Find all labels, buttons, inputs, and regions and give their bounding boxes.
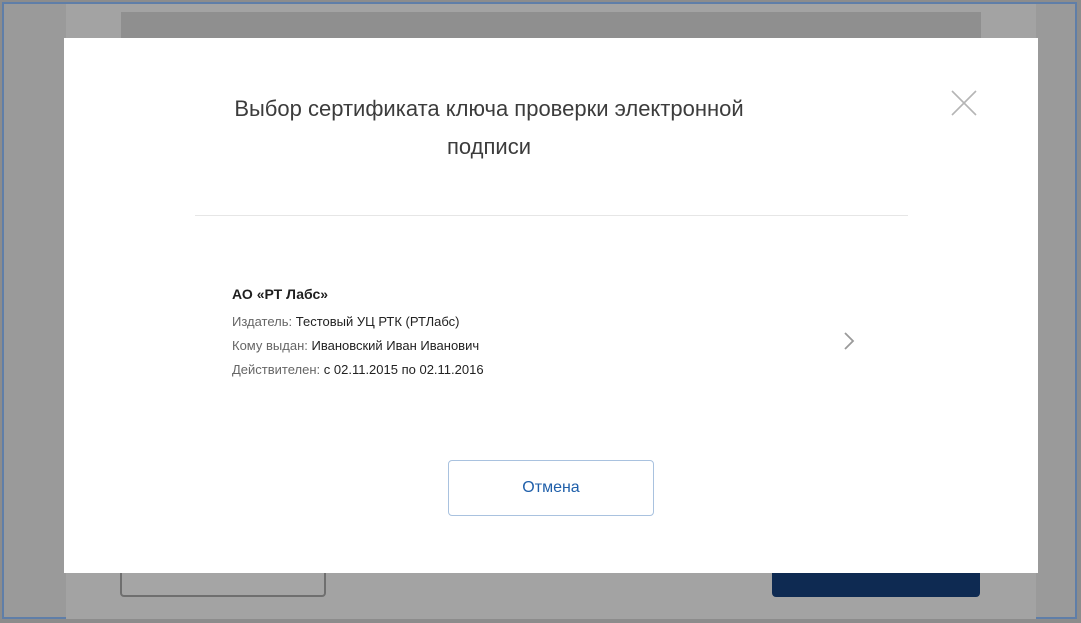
dialog-title: Выбор сертификата ключа проверки электро… — [234, 96, 744, 159]
certificate-issuer: Издатель: Тестовый УЦ РТК (РТЛабс) — [232, 314, 460, 329]
issuer-label: Издатель: — [232, 314, 293, 329]
validity-value: с 02.11.2015 по 02.11.2016 — [323, 362, 484, 377]
certificate-validity: Действителен: с 02.11.2015 по 02.11.2016 — [232, 362, 484, 377]
certificate-owner: Кому выдан: Ивановский Иван Иванович — [232, 338, 479, 353]
validity-label: Действителен: — [232, 362, 321, 377]
certificate-select-dialog: Выбор сертификата ключа проверки электро… — [64, 38, 1038, 573]
issuer-value: Тестовый УЦ РТК (РТЛабс) — [295, 314, 460, 329]
certificate-name: АО «РТ Лабс» — [232, 286, 329, 302]
owner-value: Ивановский Иван Иванович — [311, 338, 480, 353]
owner-label: Кому выдан: — [232, 338, 308, 353]
close-button[interactable] — [949, 88, 979, 118]
background-header — [121, 12, 981, 40]
close-icon — [951, 90, 977, 116]
certificate-list-item[interactable]: АО «РТ Лабс» Издатель: Тестовый УЦ РТК (… — [195, 266, 908, 396]
chevron-right-icon — [841, 329, 857, 353]
cancel-button[interactable]: Отмена — [448, 460, 654, 516]
title-divider — [195, 215, 908, 216]
